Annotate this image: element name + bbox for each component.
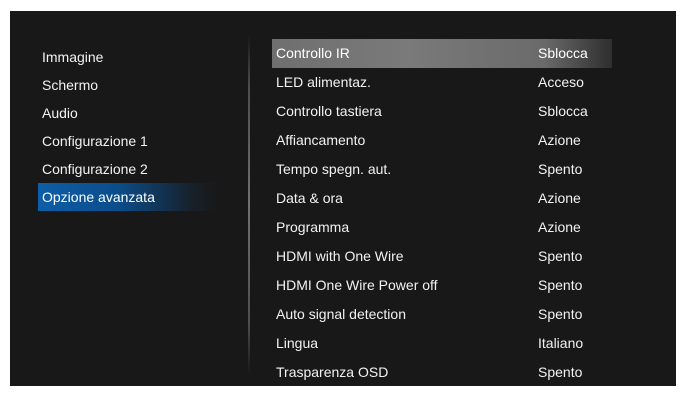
setting-label: LED alimentaz. <box>276 74 371 90</box>
setting-label: Lingua <box>276 335 319 351</box>
panel-divider <box>248 35 250 375</box>
setting-row-tempo-spegn-aut[interactable]: Tempo spegn. aut. Spento <box>272 155 612 184</box>
setting-label: Programma <box>276 219 350 235</box>
setting-row-led-alimentaz[interactable]: LED alimentaz. Acceso <box>272 68 612 97</box>
setting-value: Spento <box>538 364 583 380</box>
setting-value: Sblocca <box>538 45 588 61</box>
setting-value: Sblocca <box>538 103 588 119</box>
setting-row-auto-signal-detection[interactable]: Auto signal detection Spento <box>272 300 612 329</box>
setting-label: Affiancamento <box>276 132 366 148</box>
setting-row-trasparenza-osd[interactable]: Trasparenza OSD Spento <box>272 358 612 387</box>
setting-label: HDMI with One Wire <box>276 248 404 264</box>
setting-label: Trasparenza OSD <box>276 364 389 380</box>
setting-label: Tempo spegn. aut. <box>276 161 392 177</box>
setting-value: Azione <box>538 132 581 148</box>
category-menu: Immagine Schermo Audio Configurazione 1 … <box>38 43 218 211</box>
setting-row-hdmi-one-wire-power-off[interactable]: HDMI One Wire Power off Spento <box>272 271 612 300</box>
setting-value: Italiano <box>538 335 584 351</box>
setting-row-affiancamento[interactable]: Affiancamento Azione <box>272 126 612 155</box>
setting-row-controllo-ir[interactable]: Controllo IR Sblocca <box>272 39 612 68</box>
menu-item-immagine[interactable]: Immagine <box>38 43 218 71</box>
setting-row-data-ora[interactable]: Data & ora Azione <box>272 184 612 213</box>
menu-item-configurazione-1[interactable]: Configurazione 1 <box>38 127 218 155</box>
setting-label: Data & ora <box>276 190 343 206</box>
setting-label: Controllo tastiera <box>276 103 382 119</box>
menu-item-schermo[interactable]: Schermo <box>38 71 218 99</box>
setting-label: Auto signal detection <box>276 306 406 322</box>
setting-value: Spento <box>538 161 583 177</box>
setting-value: Azione <box>538 219 581 235</box>
settings-list: Controllo IR Sblocca LED alimentaz. Acce… <box>272 39 612 387</box>
setting-label: Controllo IR <box>276 45 350 61</box>
setting-value: Spento <box>538 306 583 322</box>
setting-value: Acceso <box>538 74 584 90</box>
setting-row-lingua[interactable]: Lingua Italiano <box>272 329 612 358</box>
setting-row-hdmi-with-one-wire[interactable]: HDMI with One Wire Spento <box>272 242 612 271</box>
menu-item-opzione-avanzata[interactable]: Opzione avanzata <box>38 183 218 211</box>
setting-row-programma[interactable]: Programma Azione <box>272 213 612 242</box>
osd-menu: Immagine Schermo Audio Configurazione 1 … <box>10 11 676 386</box>
setting-value: Azione <box>538 190 581 206</box>
menu-item-configurazione-2[interactable]: Configurazione 2 <box>38 155 218 183</box>
setting-label: HDMI One Wire Power off <box>276 277 438 293</box>
setting-value: Spento <box>538 248 583 264</box>
menu-item-audio[interactable]: Audio <box>38 99 218 127</box>
setting-row-controllo-tastiera[interactable]: Controllo tastiera Sblocca <box>272 97 612 126</box>
setting-value: Spento <box>538 277 583 293</box>
